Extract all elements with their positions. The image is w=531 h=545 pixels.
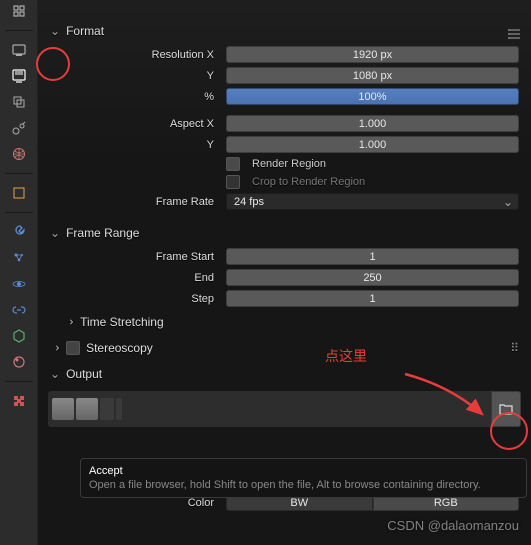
aspect-y-label: Y: [50, 139, 220, 151]
preset-icon[interactable]: [507, 26, 523, 42]
chevron-down-icon: ⌄: [50, 367, 60, 381]
material-icon[interactable]: [10, 353, 28, 371]
output-title: Output: [66, 367, 102, 381]
time-stretching-header[interactable]: ⌄ Time Stretching: [42, 309, 527, 335]
format-title: Format: [66, 24, 104, 38]
output-path-bar: [48, 391, 521, 427]
frame-rate-label: Frame Rate: [50, 196, 220, 208]
watermark: CSDN @dalaomanzou: [387, 518, 519, 533]
render-region-label: Render Region: [252, 158, 326, 170]
stereoscopy-panel-header[interactable]: ⌄ Stereoscopy ⠿: [42, 335, 527, 361]
open-file-browser-button[interactable]: [491, 391, 521, 427]
path-thumb: [52, 398, 74, 420]
frame-end-label: End: [50, 272, 220, 284]
resolution-pct-field[interactable]: 100%: [226, 88, 519, 105]
render-region-checkbox[interactable]: [226, 157, 240, 171]
frame-rate-select[interactable]: 24 fps: [226, 193, 519, 210]
physics-icon[interactable]: [10, 275, 28, 293]
frame-step-label: Step: [50, 293, 220, 305]
render-icon[interactable]: [10, 41, 28, 59]
color-label: Color: [50, 497, 220, 509]
texture-icon[interactable]: [10, 392, 28, 410]
tool-icon[interactable]: [10, 2, 28, 20]
vertical-tab-bar: [0, 0, 38, 545]
stereoscopy-checkbox[interactable]: [66, 341, 80, 355]
stereoscopy-title: Stereoscopy: [86, 341, 153, 355]
tooltip: Accept Open a file browser, hold Shift t…: [80, 458, 527, 498]
chevron-down-icon: ⌄: [50, 226, 60, 240]
scene-icon[interactable]: [10, 119, 28, 137]
crop-region-label: Crop to Render Region: [252, 176, 365, 188]
resolution-y-label: Y: [50, 70, 220, 82]
frame-range-title: Frame Range: [66, 226, 139, 240]
frame-end-field[interactable]: 250: [226, 269, 519, 286]
aspect-y-field[interactable]: 1.000: [226, 136, 519, 153]
resolution-y-field[interactable]: 1080 px: [226, 67, 519, 84]
world-icon[interactable]: [10, 145, 28, 163]
data-icon[interactable]: [10, 327, 28, 345]
path-thumb: [116, 398, 122, 420]
tooltip-title: Accept: [89, 465, 518, 477]
chevron-right-icon: ⌄: [62, 317, 76, 327]
resolution-pct-label: %: [50, 91, 220, 103]
frame-step-field[interactable]: 1: [226, 290, 519, 307]
annotation-text: 点这里: [325, 346, 367, 366]
output-icon[interactable]: [10, 67, 28, 85]
time-stretching-title: Time Stretching: [80, 315, 164, 329]
path-thumb: [76, 398, 98, 420]
modifier-icon[interactable]: [10, 223, 28, 241]
crop-region-checkbox[interactable]: [226, 175, 240, 189]
chevron-down-icon: ⌄: [50, 24, 60, 38]
output-panel-header[interactable]: ⌄ Output: [42, 361, 527, 387]
frame-range-panel-header[interactable]: ⌄ Frame Range: [42, 220, 527, 246]
object-icon[interactable]: [10, 184, 28, 202]
frame-start-field[interactable]: 1: [226, 248, 519, 265]
aspect-x-field[interactable]: 1.000: [226, 115, 519, 132]
tooltip-body: Open a file browser, hold Shift to open …: [89, 479, 518, 491]
particle-icon[interactable]: [10, 249, 28, 267]
frame-start-label: Frame Start: [50, 251, 220, 263]
panel-menu-icon[interactable]: ⠿: [510, 341, 519, 355]
aspect-x-label: Aspect X: [50, 118, 220, 130]
constraint-icon[interactable]: [10, 301, 28, 319]
format-panel-header[interactable]: ⌄ Format: [42, 18, 527, 44]
chevron-right-icon: ⌄: [48, 343, 62, 353]
resolution-x-label: Resolution X: [50, 49, 220, 61]
resolution-x-field[interactable]: 1920 px: [226, 46, 519, 63]
path-thumb: [100, 398, 114, 420]
viewlayer-icon[interactable]: [10, 93, 28, 111]
